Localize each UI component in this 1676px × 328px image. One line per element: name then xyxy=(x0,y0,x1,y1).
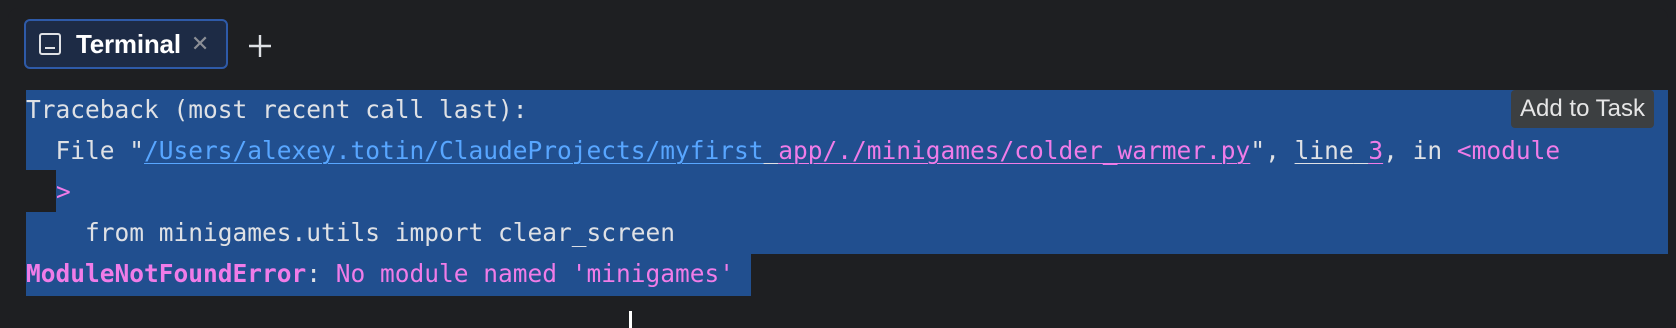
text-cursor xyxy=(629,311,632,328)
error-message: No module named 'minigames' xyxy=(335,259,735,288)
error-line: ModuleNotFoundError: No module named 'mi… xyxy=(26,254,734,294)
file-path-space xyxy=(764,136,779,165)
module-wrap-char: > xyxy=(56,177,71,206)
file-path-link[interactable]: /Users/alexey.totin/ClaudeProjects/myfir… xyxy=(144,136,764,165)
error-name: ModuleNotFoundError xyxy=(26,259,307,288)
line-word: line xyxy=(1294,136,1354,165)
module-wrap: > xyxy=(56,172,71,212)
file-prefix: File " xyxy=(26,136,145,165)
traceback-header: Traceback (most recent call last): xyxy=(26,95,528,124)
terminal-window: Terminal ✕ Add to Task Traceback (most r… xyxy=(8,8,1668,328)
tab-terminal[interactable]: Terminal ✕ xyxy=(24,19,228,69)
close-icon[interactable]: ✕ xyxy=(191,33,209,55)
terminal-icon xyxy=(39,33,61,55)
tab-bar: Terminal ✕ xyxy=(8,8,1668,86)
selection-gap xyxy=(26,170,56,212)
add-to-task-button[interactable]: Add to Task xyxy=(1511,90,1654,128)
module-text: <module xyxy=(1456,136,1561,165)
terminal-output[interactable]: Add to Task Traceback (most recent call … xyxy=(8,84,1668,328)
file-suffix: ", xyxy=(1250,136,1295,165)
source-line: from minigames.utils import clear_screen xyxy=(26,218,676,247)
line-number: 3 xyxy=(1368,136,1384,165)
new-tab-button[interactable] xyxy=(242,28,278,64)
line-space xyxy=(1354,136,1369,165)
plus-icon xyxy=(249,35,271,57)
tab-label: Terminal xyxy=(76,28,181,59)
file-path-link-continued[interactable]: app/./minigames/colder_warmer.py xyxy=(778,136,1250,165)
traceback-file-line: File "/Users/alexey.totin/ClaudeProjects… xyxy=(26,131,1561,171)
error-colon: : xyxy=(306,259,336,288)
in-text: , in xyxy=(1383,136,1457,165)
